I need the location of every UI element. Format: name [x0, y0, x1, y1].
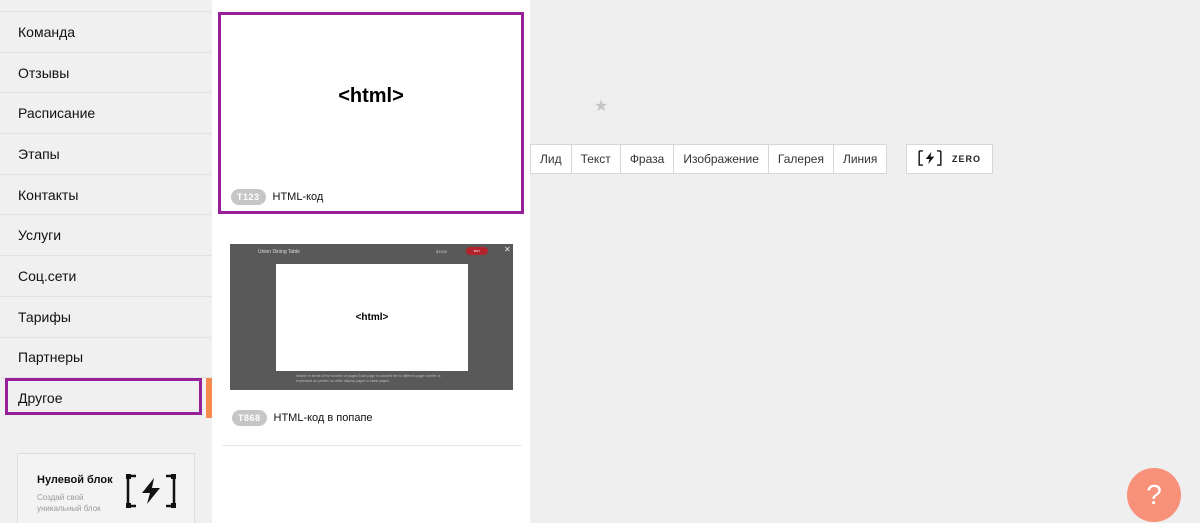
preview-price: $1000 — [436, 249, 448, 254]
tab-gallery[interactable]: Галерея — [767, 145, 833, 173]
category-item-partners[interactable]: Партнеры — [0, 336, 212, 378]
preview-buy-button: BUY — [466, 247, 488, 255]
zero-block-icon — [126, 474, 176, 513]
tab-text[interactable]: Текст — [570, 145, 620, 173]
category-item-steps[interactable]: Этапы — [0, 133, 212, 174]
tab-lead[interactable]: Лид — [531, 145, 571, 173]
help-button[interactable]: ? — [1127, 468, 1181, 522]
category-item-reviews[interactable]: Отзывы — [0, 51, 212, 93]
preview-header-title: Union Dining Table — [258, 249, 300, 255]
block-type-tabs: Лид Текст Фраза Изображение Галерея Лини… — [530, 144, 888, 174]
category-label: Этапы — [18, 145, 60, 162]
block-library-panel: <html> T123 HTML-код Union Dining Table … — [212, 0, 530, 523]
preview-body-text: section in terms of the number of pages … — [296, 374, 441, 383]
star-icon[interactable]: ★ — [594, 96, 608, 116]
block-card-footer[interactable]: T868 HTML-код в попапе — [232, 410, 373, 426]
category-label: Команда — [18, 23, 76, 40]
category-label: Отзывы — [18, 64, 70, 81]
zero-block-title: Нулевой блок — [37, 474, 113, 486]
category-label: Соц.сети — [18, 267, 77, 284]
tab-line[interactable]: Линия — [832, 145, 886, 173]
zero-button[interactable]: ZERO — [906, 144, 993, 174]
zero-button-label: ZERO — [951, 154, 981, 164]
block-card-t123[interactable]: <html> T123 HTML-код — [218, 12, 524, 214]
tab-image[interactable]: Изображение — [673, 145, 768, 173]
category-label: Услуги — [18, 227, 62, 244]
category-label: Тарифы — [18, 308, 71, 325]
block-code-badge: T868 — [232, 410, 267, 426]
zero-block-icon — [918, 150, 942, 168]
block-card-footer: T123 HTML-код — [231, 189, 323, 205]
category-item-services[interactable]: Услуги — [0, 214, 212, 255]
block-preview-code: <html> — [338, 85, 404, 107]
help-icon: ? — [1146, 479, 1162, 510]
category-label: Другое — [18, 390, 63, 407]
category-label: Расписание — [18, 105, 96, 122]
category-label: Партнеры — [18, 349, 84, 366]
category-item-schedule[interactable]: Расписание — [0, 92, 212, 133]
category-sidebar: Команда Отзывы Расписание Этапы Контакты… — [0, 0, 212, 523]
category-item-contacts[interactable]: Контакты — [0, 173, 212, 215]
category-item-social[interactable]: Соц.сети — [0, 255, 212, 296]
preview-popup: <html> — [276, 264, 468, 371]
category-item-pricing[interactable]: Тарифы — [0, 295, 212, 337]
category-item-other[interactable]: Другое — [0, 377, 212, 418]
block-card-t868-preview[interactable]: Union Dining Table $1000 BUY ✕ <html> se… — [230, 244, 513, 390]
preview-popup-code: <html> — [355, 312, 389, 323]
block-code-badge: T123 — [231, 189, 266, 205]
divider — [222, 445, 522, 446]
block-name: HTML-код — [272, 191, 324, 203]
category-item-team[interactable]: Команда — [0, 11, 212, 52]
zero-block-subtitle: Создай свой уникальный блок — [37, 493, 101, 513]
preview-close-icon: ✕ — [504, 245, 511, 254]
category-label: Контакты — [18, 186, 79, 203]
zero-block-card[interactable]: Нулевой блок Создай свой уникальный блок — [17, 453, 195, 523]
tab-phrase[interactable]: Фраза — [619, 145, 674, 173]
category-list: Команда Отзывы Расписание Этапы Контакты… — [0, 11, 212, 418]
block-name: HTML-код в попапе — [273, 412, 373, 424]
